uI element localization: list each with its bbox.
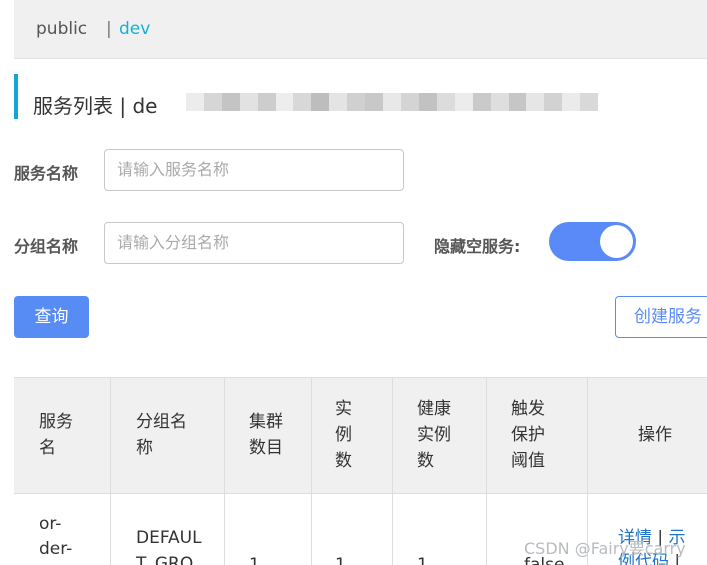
- header-actions: 操作: [588, 378, 707, 493]
- page-title: 服务列表 | de: [33, 94, 158, 118]
- header-text: 阈值: [511, 451, 545, 471]
- title-accent-bar: [14, 74, 18, 119]
- header-text: 数目: [249, 438, 283, 458]
- cell-text: DEFAUL: [136, 528, 202, 548]
- table-row-instances: 1: [312, 493, 393, 565]
- table-row-healthy: 1: [393, 493, 487, 565]
- header-text: 健康: [417, 399, 451, 419]
- namespace-public[interactable]: public: [36, 19, 87, 39]
- cell-text: 1: [417, 555, 428, 565]
- header-cluster-count: 集群 数目: [225, 378, 312, 493]
- cell-text: T_GRO: [136, 554, 194, 565]
- service-name-input[interactable]: 请输入服务名称: [104, 149, 404, 191]
- namespace-dev[interactable]: dev: [119, 19, 150, 39]
- cell-text: 1: [335, 555, 346, 565]
- header-text: 实例: [417, 425, 451, 445]
- table-row-clusters: 1: [225, 493, 312, 565]
- query-button[interactable]: 查询: [14, 296, 89, 338]
- header-instance-count: 实 例 数: [312, 378, 393, 493]
- namespace-separator: |: [106, 19, 112, 39]
- cell-text: der-: [39, 539, 73, 559]
- table-row-group: DEFAUL T_GRO: [111, 493, 225, 565]
- namespace-bar: public | dev: [14, 0, 707, 59]
- pixelated-mosaic: [168, 93, 599, 111]
- header-text: 例: [335, 425, 352, 445]
- header-text: 保护: [511, 425, 545, 445]
- header-text: 名: [39, 438, 56, 458]
- header-text: 操作: [638, 425, 672, 445]
- hide-empty-label: 隐藏空服务:: [434, 237, 521, 256]
- header-text: 服务: [39, 412, 73, 432]
- header-text: 数: [335, 451, 352, 471]
- watermark: CSDN @Fairy要carry: [524, 539, 686, 558]
- header-text: 分组名: [136, 412, 187, 432]
- group-name-label: 分组名称: [14, 237, 79, 256]
- cell-text: or-: [39, 514, 62, 534]
- table-row-service: or- der-: [14, 493, 111, 565]
- hide-empty-toggle[interactable]: [549, 222, 636, 261]
- toggle-knob: [600, 225, 633, 258]
- header-text: 触发: [511, 399, 545, 419]
- cell-text: 1: [249, 555, 260, 565]
- header-healthy-count: 健康 实例 数: [393, 378, 487, 493]
- header-group-name: 分组名 称: [111, 378, 225, 493]
- header-protect-threshold: 触发 保护 阈值: [487, 378, 588, 493]
- header-text: 称: [136, 438, 153, 458]
- header-text: 实: [335, 399, 352, 419]
- header-text: 数: [417, 451, 434, 471]
- header-text: 集群: [249, 412, 283, 432]
- service-name-label: 服务名称: [14, 164, 79, 183]
- group-name-input[interactable]: 请输入分组名称: [104, 222, 404, 264]
- header-service-name: 服务 名: [14, 378, 111, 493]
- create-service-button[interactable]: 创建服务: [615, 296, 707, 338]
